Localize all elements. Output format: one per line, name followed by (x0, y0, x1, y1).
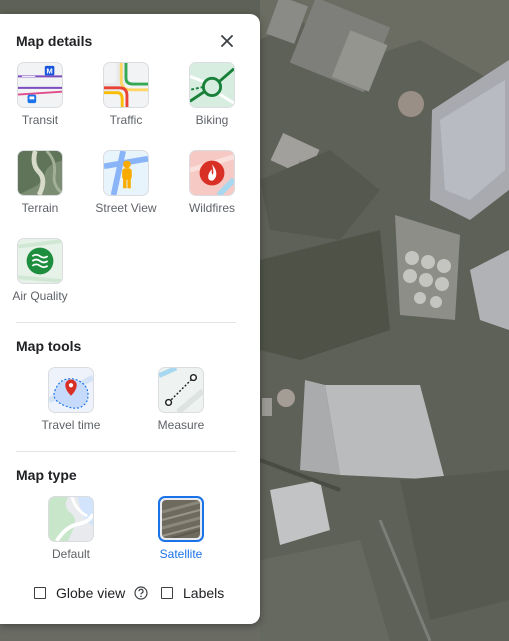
traffic-label: Traffic (109, 113, 143, 127)
section-divider (16, 322, 236, 323)
satellite-map-type-tile[interactable]: Satellite (141, 496, 221, 561)
default-map-thumbnail (48, 496, 94, 542)
map-type-title: Map type (16, 467, 77, 483)
terrain-thumbnail (17, 150, 63, 196)
travel-time-label: Travel time (41, 418, 101, 432)
terrain-layer-tile[interactable]: Terrain (0, 150, 80, 215)
globe-view-checkbox[interactable] (34, 587, 46, 599)
wildfires-label: Wildfires (188, 201, 235, 215)
street-view-thumbnail (103, 150, 149, 196)
labels-checkbox[interactable] (161, 587, 173, 599)
terrain-label: Terrain (21, 201, 59, 215)
default-map-type-tile[interactable]: Default (31, 496, 111, 561)
transit-label: Transit (21, 113, 59, 127)
transit-thumbnail: M (17, 62, 63, 108)
satellite-label: Satellite (159, 547, 203, 561)
close-icon (221, 35, 233, 47)
help-icon[interactable] (134, 586, 148, 600)
biking-label: Biking (195, 113, 229, 127)
svg-text:M: M (46, 67, 52, 76)
street-view-label: Street View (95, 201, 157, 215)
labels-label: Labels (183, 585, 225, 601)
street-view-layer-tile[interactable]: Street View (86, 150, 166, 215)
measure-label: Measure (157, 418, 205, 432)
labels-option[interactable]: Labels (161, 585, 224, 601)
measure-tool-tile[interactable]: Measure (141, 367, 221, 432)
biking-thumbnail (189, 62, 235, 108)
traffic-thumbnail (103, 62, 149, 108)
map-tools-title: Map tools (16, 338, 82, 354)
air-quality-thumbnail (17, 238, 63, 284)
biking-layer-tile[interactable]: Biking (172, 62, 252, 127)
wildfires-thumbnail (189, 150, 235, 196)
measure-thumbnail (158, 367, 204, 413)
section-divider (16, 451, 236, 452)
globe-view-option[interactable]: Globe view (34, 585, 148, 601)
satellite-thumbnail (158, 496, 204, 542)
close-button[interactable] (216, 30, 238, 52)
traffic-layer-tile[interactable]: Traffic (86, 62, 166, 127)
map-details-title: Map details (16, 33, 93, 49)
air-quality-layer-tile[interactable]: Air Quality (0, 238, 80, 303)
globe-view-label: Globe view (56, 585, 126, 601)
map-layers-panel: Map details M Transit Traffic Biking Ter… (0, 14, 260, 624)
default-map-label: Default (51, 547, 91, 561)
wildfires-layer-tile[interactable]: Wildfires (172, 150, 252, 215)
travel-time-tool-tile[interactable]: Travel time (31, 367, 111, 432)
travel-time-thumbnail (48, 367, 94, 413)
transit-layer-tile[interactable]: M Transit (0, 62, 80, 127)
air-quality-label: Air Quality (12, 289, 68, 303)
